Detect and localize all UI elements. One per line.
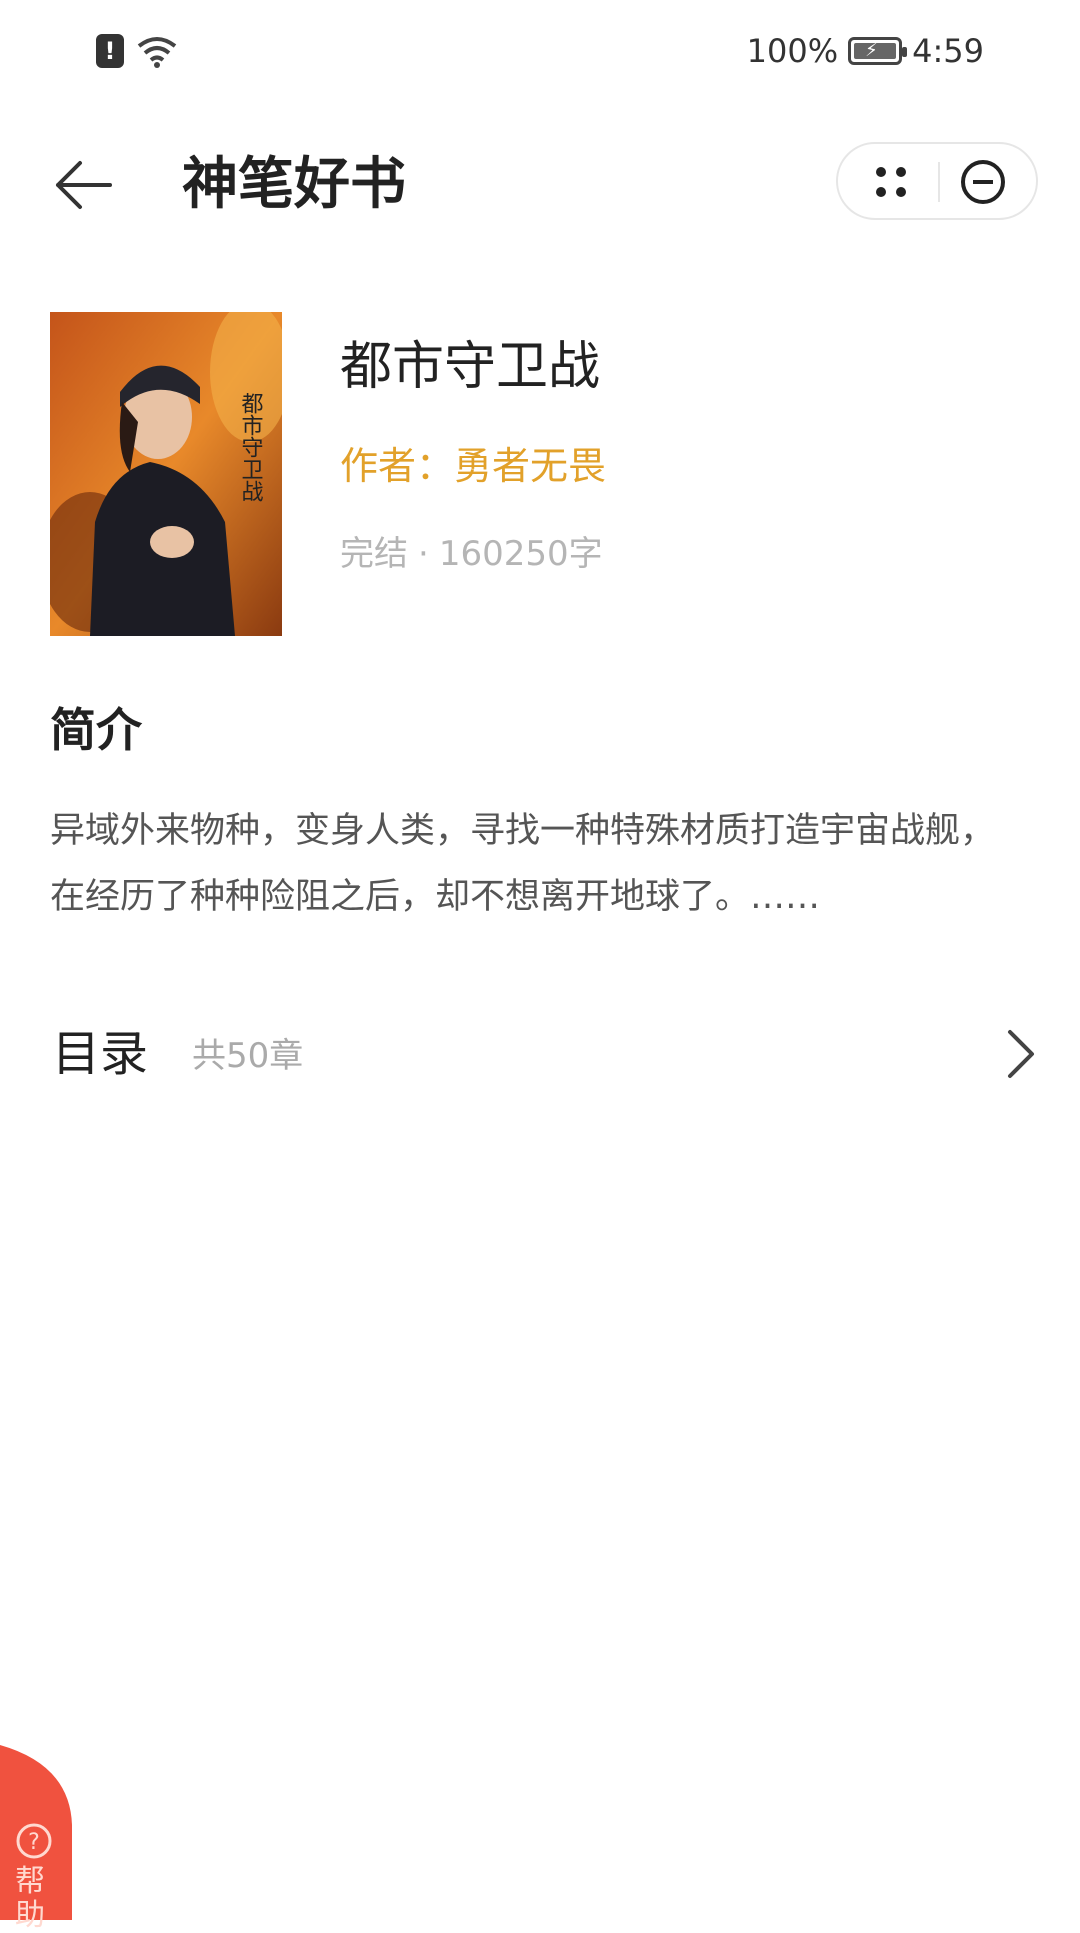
catalog-label: 目录 [52, 1026, 149, 1082]
back-arrow-icon[interactable] [50, 150, 120, 220]
cover-title-text: 都市守卫战 [238, 392, 264, 502]
book-meta: 完结 · 160250字 [340, 530, 603, 578]
battery-icon: ⚡ [848, 37, 908, 65]
clock: 4:59 [912, 32, 984, 70]
meta-separator: · [418, 534, 429, 574]
chevron-right-icon [1008, 1030, 1034, 1078]
capsule-divider [938, 162, 940, 202]
intro-text: 异域外来物种，变身人类，寻找一种特殊材质打造宇宙战舰，在经历了种种险阻之后，却不… [50, 811, 996, 917]
book-status: 完结 [340, 534, 408, 574]
sim-alert-icon: ! [96, 34, 124, 68]
close-circle-icon[interactable] [948, 152, 1018, 212]
status-bar: ! 100% ⚡ 4:59 [0, 0, 1080, 110]
intro-heading: 简介 [50, 703, 142, 757]
book-title: 都市守卫战 [340, 337, 601, 397]
battery-percent: 100% [746, 32, 839, 70]
wifi-icon [137, 37, 177, 68]
book-author[interactable]: 作者：勇者无畏 [340, 440, 606, 492]
catalog-chapter-count: 共50章 [192, 1036, 304, 1076]
more-dots-icon[interactable] [856, 152, 926, 212]
page-title: 神笔好书 [182, 152, 406, 217]
help-label[interactable]: 帮助 [8, 1865, 52, 1933]
mini-program-capsule [836, 142, 1038, 220]
catalog-row[interactable]: 目录 共50章 [0, 1010, 1080, 1110]
status-right: 100% ⚡ 4:59 [747, 32, 984, 70]
status-left: ! [96, 34, 178, 68]
book-word-count: 160250字 [438, 534, 603, 574]
book-cover[interactable]: 都市守卫战 [50, 312, 282, 636]
svg-text:?: ? [28, 1830, 40, 1855]
title-bar: 神笔好书 [0, 130, 1080, 240]
